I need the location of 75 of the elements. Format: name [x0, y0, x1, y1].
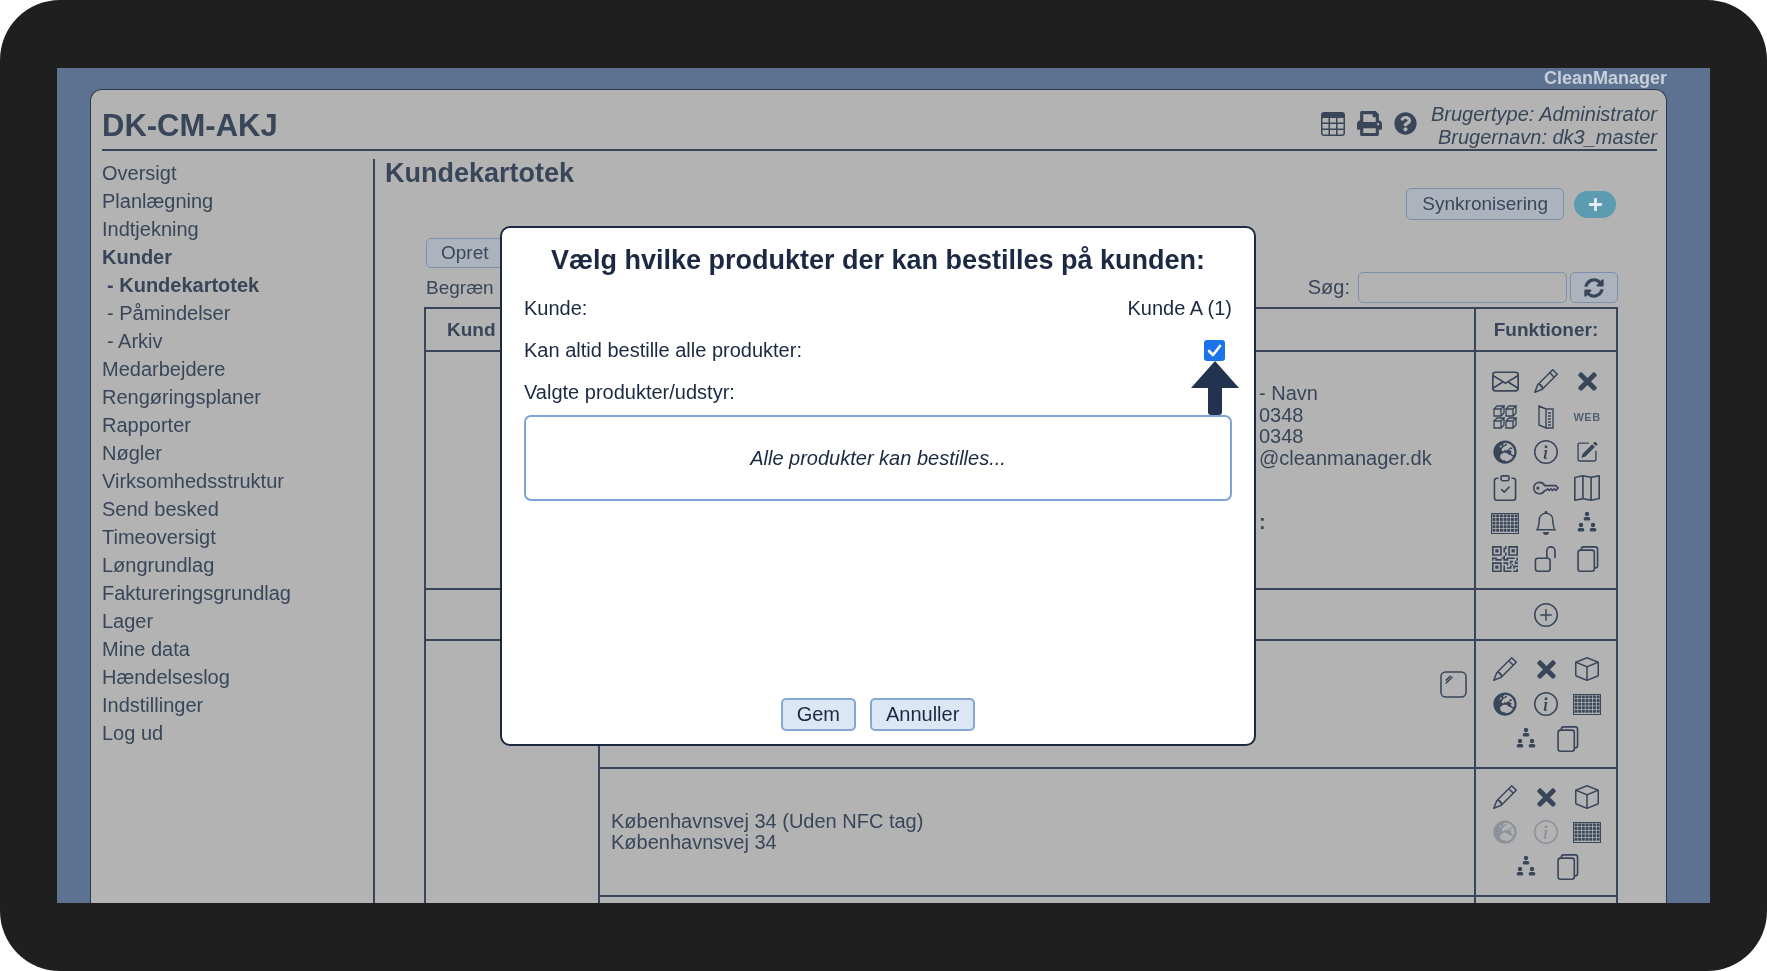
sidebar-item[interactable]: Oversigt	[102, 159, 177, 187]
frame-icon[interactable]	[1440, 671, 1467, 698]
table-icon[interactable]	[1321, 111, 1345, 136]
cubes-icon[interactable]	[1493, 404, 1517, 429]
refresh-button[interactable]	[1570, 272, 1618, 303]
sidebar-item[interactable]: - Påmindelser	[102, 299, 231, 327]
sidebar-item[interactable]: Timeoversigt	[102, 523, 216, 551]
documents-icon[interactable]	[1574, 546, 1600, 572]
sidebar-item[interactable]: Indtjekning	[102, 215, 199, 243]
detail-text: :	[1259, 512, 1266, 534]
sync-button[interactable]: Synkronisering	[1406, 188, 1564, 220]
user-name-label: Brugernavn: dk3_master	[1438, 126, 1657, 149]
sidebar-item[interactable]: Send besked	[102, 495, 219, 523]
sidebar-item[interactable]: Log ud	[102, 719, 164, 747]
map-icon[interactable]	[1574, 474, 1600, 501]
info-icon[interactable]	[1534, 692, 1558, 716]
help-icon[interactable]	[1394, 112, 1417, 135]
filter-label: Begræn	[426, 276, 494, 299]
qr-code-icon[interactable]	[1492, 546, 1518, 572]
grid-icon[interactable]	[1491, 512, 1519, 534]
product-list[interactable]: Alle produkter kan bestilles...	[524, 415, 1232, 501]
dialog-button[interactable]: Annuller	[869, 698, 976, 731]
sidebar-item[interactable]: Indstillinger	[102, 691, 204, 719]
grid-icon[interactable]	[1573, 821, 1601, 843]
info-icon[interactable]	[1534, 440, 1558, 465]
brand-label: CleanManager	[1543, 68, 1667, 89]
pencil-icon[interactable]	[1493, 785, 1517, 809]
address-text: Københavnsvej 34 (Uden NFC tag)	[611, 810, 924, 832]
dialog-title: Vælg hvilke produkter der kan bestilles på kunden:	[550, 244, 1206, 277]
clipboard-check-icon[interactable]	[1492, 474, 1518, 501]
printer-icon[interactable]	[1357, 111, 1382, 136]
pencil-icon[interactable]	[1534, 369, 1558, 393]
sidebar-item[interactable]: - Kundekartotek	[102, 271, 260, 299]
detail-text: - Navn	[1259, 383, 1318, 405]
bell-icon[interactable]	[1534, 511, 1558, 536]
empty-list-message: Alle produkter kan bestilles...	[750, 446, 1006, 470]
dialog-button[interactable]: Gem	[780, 698, 856, 731]
address-text: Københavnsvej 34	[611, 832, 777, 854]
sidebar-item[interactable]: Medarbejdere	[102, 355, 226, 383]
search-label: Søg:	[1307, 276, 1350, 299]
sidebar-item[interactable]: Virksomhedsstruktur	[102, 467, 284, 495]
sidebar-item[interactable]: Rapporter	[102, 411, 191, 439]
sidebar-item[interactable]: Mine data	[102, 635, 190, 663]
site-title: DK-CM-AKJ	[102, 108, 278, 144]
column-header: Funktioner:	[1476, 309, 1618, 352]
detail-text: 0348	[1259, 426, 1304, 448]
field-label: Valgte produkter/udstyr:	[524, 380, 735, 404]
user-type-label: Brugertype: Administrator	[1431, 103, 1657, 126]
arrow-icon	[1190, 360, 1239, 415]
plus-icon	[1587, 196, 1603, 212]
box-icon[interactable]	[1575, 785, 1599, 809]
sidebar-item[interactable]: Faktureringsgrundlag	[102, 579, 291, 607]
globe-icon[interactable]	[1493, 440, 1517, 465]
add-button[interactable]	[1574, 190, 1616, 218]
sidebar-item[interactable]: Nøgler	[102, 439, 162, 467]
sidebar-item[interactable]: - Arkiv	[102, 327, 163, 355]
detail-text: @cleanmanager.dk	[1259, 447, 1432, 469]
refresh-icon	[1584, 277, 1604, 298]
pencil-icon[interactable]	[1493, 657, 1517, 681]
search-field[interactable]	[1358, 272, 1567, 303]
sidebar-item[interactable]: Lager	[102, 607, 154, 635]
sidebar-item[interactable]: Rengøringsplaner	[102, 383, 261, 411]
box-icon[interactable]	[1575, 657, 1599, 681]
web-link[interactable]: WEB	[1573, 410, 1601, 423]
sidebar-item[interactable]: Løngrundlag	[102, 551, 215, 579]
sidebar-item[interactable]: Hændelseslog	[102, 663, 230, 691]
edit-icon[interactable]	[1576, 441, 1598, 464]
sidebar-item[interactable]: Planlægning	[102, 187, 214, 215]
page-title: Kundekartotek	[385, 158, 575, 188]
sidebar-item[interactable]: Kunder	[102, 243, 172, 271]
unlocked-padlock-icon[interactable]	[1533, 546, 1559, 572]
detail-text: 0348	[1259, 404, 1304, 426]
grid-icon[interactable]	[1573, 693, 1601, 715]
globe-icon[interactable]	[1493, 692, 1517, 716]
checkbox[interactable]	[1204, 339, 1225, 361]
